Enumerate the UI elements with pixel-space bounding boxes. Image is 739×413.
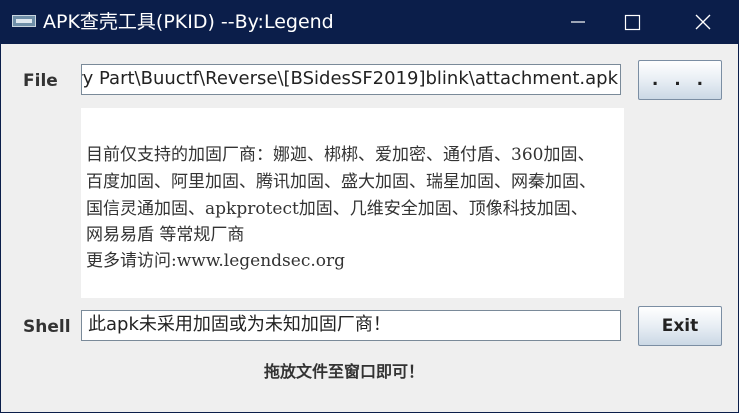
drop-hint: 拖放文件至窗口即可！ bbox=[264, 362, 425, 381]
title-bar[interactable]: APK查壳工具(PKID) --By:Legend bbox=[0, 0, 739, 44]
close-button[interactable] bbox=[680, 0, 726, 44]
supported-vendors-panel: 目前仅支持的加固厂商：娜迦、梆梆、爱加密、通付盾、360加固、 百度加固、阿里加… bbox=[81, 108, 624, 298]
info-line: 网易易盾 等常规厂商 bbox=[86, 225, 245, 245]
website-line: 更多请访问:www.legendsec.org bbox=[86, 251, 345, 271]
maximize-icon bbox=[624, 14, 641, 31]
minimize-button[interactable] bbox=[555, 0, 601, 44]
file-path-value: emporary Part\Buuctf\Reverse\[BSidesSF20… bbox=[82, 68, 618, 89]
info-line: 国信灵通加固、apkprotect加固、几维安全加固、顶像科技加固、 bbox=[86, 199, 588, 219]
window-title: APK查壳工具(PKID) --By:Legend bbox=[43, 11, 334, 33]
browse-button[interactable]: . . . bbox=[638, 60, 722, 100]
terminal-card-icon bbox=[12, 15, 36, 27]
file-path-input[interactable]: emporary Part\Buuctf\Reverse\[BSidesSF20… bbox=[81, 64, 621, 95]
minimize-icon bbox=[571, 21, 585, 23]
maximize-button[interactable] bbox=[609, 0, 655, 44]
info-line: 目前仅支持的加固厂商：娜迦、梆梆、爱加密、通付盾、360加固、 bbox=[86, 145, 595, 165]
app-window: APK查壳工具(PKID) --By:Legend File emporary … bbox=[0, 0, 739, 413]
exit-button[interactable]: Exit bbox=[638, 306, 722, 346]
main-panel: File emporary Part\Buuctf\Reverse\[BSide… bbox=[1, 44, 738, 412]
shell-label: Shell bbox=[23, 317, 71, 337]
file-label: File bbox=[23, 71, 58, 91]
info-line: 百度加固、阿里加固、腾讯加固、盛大加固、瑞星加固、网秦加固、 bbox=[86, 172, 596, 192]
close-icon bbox=[695, 14, 711, 30]
shell-result-field[interactable]: 此apk未采用加固或为未知加固厂商！ bbox=[81, 310, 621, 341]
